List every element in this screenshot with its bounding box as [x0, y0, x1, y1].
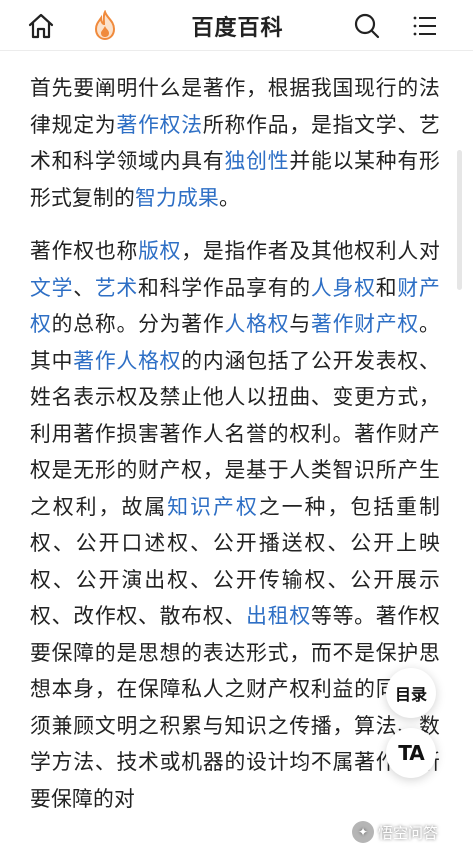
link-rental-right[interactable]: 出租权 — [246, 604, 311, 628]
home-icon[interactable] — [24, 9, 58, 43]
scrollbar[interactable] — [457, 150, 462, 290]
menu-icon[interactable] — [408, 9, 442, 43]
top-navigation-bar: 百度百科 — [0, 0, 473, 51]
link-copyright-law[interactable]: 著作权法 — [116, 113, 202, 137]
text-span: 的总称。分为著作 — [51, 312, 225, 336]
link-economic-rights[interactable]: 著作财产权 — [311, 312, 419, 336]
flame-icon[interactable] — [88, 9, 122, 43]
link-intellectual-achievement[interactable]: 智力成果 — [135, 186, 219, 210]
paragraph-2: 著作权也称版权，是指作者及其他权利人对文学、艺术和科学作品享有的人身权和财产权的… — [30, 233, 440, 817]
page-title: 百度百科 — [191, 16, 284, 41]
text-span: 等等。著作权要保障的是思想的表达形式，而不是保护思想本身，在保障私人之财产权利益… — [30, 604, 441, 811]
link-originality[interactable]: 独创性 — [225, 149, 290, 173]
link-copyright[interactable]: 版权 — [138, 239, 181, 263]
text-span: 的内涵包括了公开发表权、姓名表示权及禁止他人以扭曲、变更方式，利用著作损害著作人… — [30, 348, 441, 519]
text-span: 和科学作品享有的 — [138, 275, 311, 300]
text-span: 、 — [73, 275, 95, 300]
link-personal-rights[interactable]: 人身权 — [311, 276, 376, 300]
link-intellectual-property[interactable]: 知识产权 — [167, 495, 259, 519]
text-size-button[interactable]: TA — [386, 728, 436, 778]
link-art[interactable]: 艺术 — [95, 276, 138, 300]
watermark: ✦ 悟空问答 — [352, 818, 467, 846]
text-span: 著作权也称 — [30, 239, 139, 263]
table-of-contents-button[interactable]: 目录 — [386, 668, 436, 718]
watermark-text: 悟空问答 — [378, 823, 439, 842]
search-icon[interactable] — [350, 9, 384, 43]
text-span: 。 — [218, 185, 240, 210]
link-personality-rights[interactable]: 人格权 — [225, 312, 290, 336]
watermark-logo-icon: ✦ — [352, 821, 374, 843]
link-literature[interactable]: 文学 — [30, 276, 73, 300]
link-moral-rights[interactable]: 著作人格权 — [73, 349, 181, 373]
article-content: 首先要阐明什么是著作，根据我国现行的法律规定为著作权法所称作品，是指文学、艺术和… — [30, 70, 440, 834]
paragraph-1: 首先要阐明什么是著作，根据我国现行的法律规定为著作权法所称作品，是指文学、艺术和… — [30, 70, 440, 216]
text-span: 与 — [289, 312, 311, 336]
text-span: 和 — [375, 275, 398, 300]
text-span: ，是指作者及其他权利人对 — [181, 239, 441, 263]
